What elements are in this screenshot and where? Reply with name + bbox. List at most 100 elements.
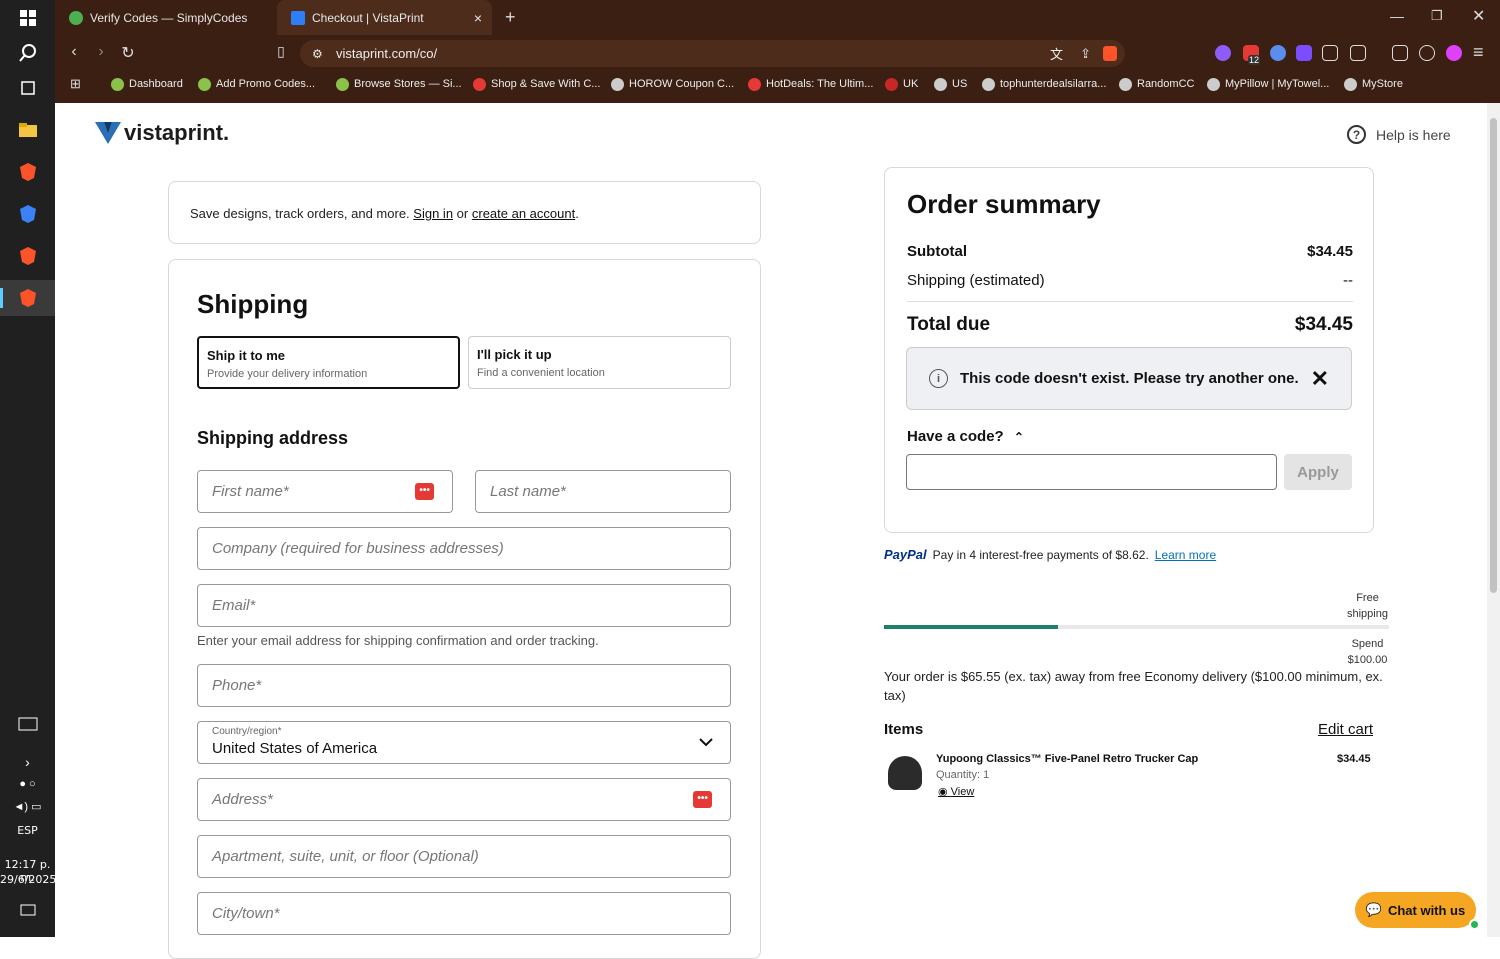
leo-ai-icon[interactable] [1446,45,1462,61]
summary-divider [907,301,1353,302]
bookmark-label: MyStore [1362,78,1403,90]
extension-icon[interactable] [1296,45,1312,61]
windows-start-icon[interactable] [0,0,55,36]
free-shipping-label: Free shipping [1347,592,1388,620]
help-link[interactable]: ? Help is here [1347,125,1451,144]
reload-icon[interactable]: ↻ [117,43,139,63]
menu-icon[interactable]: ≡ [1473,42,1484,63]
ship-to-me-option[interactable]: Ship it to me Provide your delivery info… [197,336,460,389]
sidebar-icon[interactable] [1392,45,1408,61]
have-code-label: Have a code? [907,428,1004,445]
brave-browser-icon[interactable] [0,280,55,316]
translate-icon[interactable]: 文 [1050,44,1063,63]
chat-button[interactable]: 💬 Chat with us [1355,892,1480,930]
notifications-icon[interactable] [0,893,55,929]
checkout-page: vistaprint. ? Help is here Save designs,… [55,103,1487,959]
trucker-cap-image [888,756,922,790]
widgets-icon[interactable] [0,706,55,742]
restore-icon[interactable]: ❐ [1431,8,1443,24]
task-view-icon[interactable] [0,70,55,106]
puzzle-extensions-icon[interactable] [1322,45,1338,61]
autofill-icon[interactable]: ••• [415,483,434,500]
page-scrollbar[interactable] [1487,103,1500,937]
apps-grid-icon[interactable]: ⊞ [70,76,81,92]
learn-more-link[interactable]: Learn more [1155,548,1216,562]
close-tab-icon[interactable]: × [474,10,482,26]
share-icon[interactable]: ⇪ [1080,46,1091,62]
brave-browser-icon[interactable] [0,238,55,274]
total-row: Total due $34.45 [907,314,1353,336]
city-field[interactable]: City/town* [197,892,731,935]
last-name-field[interactable]: Last name* [475,470,731,513]
file-explorer-icon[interactable] [0,112,55,148]
search-icon[interactable] [0,35,55,71]
bookmark-label: Shop & Save With C... [491,78,601,90]
promo-code-input[interactable] [906,454,1277,490]
minimize-icon[interactable]: — [1390,8,1404,24]
scrollbar-thumb[interactable] [1490,118,1497,593]
clock-date[interactable]: 29/6/2025 [0,873,56,886]
bookmark-label: UK [903,78,919,90]
bookmark-item[interactable]: US [934,74,967,94]
invalid-code-alert: i This code doesn't exist. Please try an… [906,347,1352,410]
bookmark-item[interactable]: MyStore [1344,74,1403,94]
bookmark-item[interactable]: MyPillow | MyTowel... [1207,74,1329,94]
bookmark-item[interactable]: RandomCC [1119,74,1194,94]
option-subtitle: Find a convenient location [477,367,605,379]
new-tab-icon[interactable]: + [505,7,516,28]
help-icon: ? [1347,125,1366,144]
back-icon[interactable]: ‹ [63,43,85,61]
shipping-title: Shipping [197,289,309,319]
site-info-icon[interactable]: ⚙ [312,47,323,61]
extension-icon[interactable] [1270,45,1286,61]
language-indicator[interactable]: ESP [0,824,55,837]
edit-cart-link[interactable]: Edit cart [1318,721,1373,738]
create-account-link[interactable]: create an account [472,206,575,221]
tab-checkout[interactable]: Checkout | VistaPrint × [277,0,492,35]
vpn-shield-icon[interactable] [1419,45,1435,61]
apartment-field[interactable]: Apartment, suite, unit, or floor (Option… [197,835,731,878]
bookmark-item[interactable]: UK [885,74,918,94]
vistaprint-favicon-icon [291,10,305,25]
bookmark-item[interactable]: Dashboard [111,74,183,94]
vistaprint-logo[interactable]: vistaprint. [95,120,229,146]
brave-browser-icon[interactable] [0,154,55,190]
brave-browser-icon[interactable] [0,196,55,232]
total-value: $34.45 [1294,314,1353,335]
simplycodes-favicon-icon [69,10,83,25]
address-field[interactable]: Address* ••• [197,778,731,821]
media-icon[interactable] [1350,45,1366,61]
address-bar[interactable]: ⚙ vistaprint.com/co/ 文 ⇪ [300,40,1125,67]
phone-field[interactable]: Phone* [197,664,731,707]
bookmark-icon[interactable]: ▯ [270,43,292,60]
autofill-icon[interactable]: ••• [693,791,712,808]
bookmark-item[interactable]: tophunterdealsilarra... [982,74,1106,94]
first-name-field[interactable]: First name* ••• [197,470,453,513]
tab-strip: Verify Codes — SimplyCodes Checkout | Vi… [55,0,1500,35]
have-code-toggle[interactable]: Have a code? ⌃ [907,428,1024,445]
extension-icon[interactable] [1215,45,1231,61]
bookmark-item[interactable]: HotDeals: The Ultim... [748,74,873,94]
apply-button[interactable]: Apply [1284,454,1352,490]
view-item-link[interactable]: ◉ View [938,785,974,798]
field-placeholder: Phone* [212,677,262,694]
shipping-address-title: Shipping address [197,428,349,448]
country-select[interactable]: Country/region* United States of America [197,721,731,764]
bookmark-item[interactable]: Browse Stores — Si... [336,74,462,94]
bookmark-label: HotDeals: The Ultim... [766,78,874,90]
bookmark-item[interactable]: Add Promo Codes... [198,74,315,94]
email-field[interactable]: Email* [197,584,731,627]
tab-verify-codes[interactable]: Verify Codes — SimplyCodes [55,0,275,35]
bookmark-item[interactable]: HOROW Coupon C... [611,74,734,94]
company-field[interactable]: Company (required for business addresses… [197,527,731,570]
bookmark-label: Dashboard [129,78,183,90]
forward-icon[interactable]: › [90,43,112,61]
bookmark-label: HOROW Coupon C... [629,78,735,90]
brave-shields-icon[interactable] [1103,46,1117,61]
sign-in-link[interactable]: Sign in [413,206,453,221]
bookmark-item[interactable]: Shop & Save With C... [473,74,600,94]
pick-up-option[interactable]: I'll pick it up Find a convenient locati… [468,336,731,389]
close-window-icon[interactable]: ✕ [1472,6,1485,26]
volume-icon[interactable]: ◄) ▭ [0,788,55,824]
close-icon[interactable]: ✕ [1311,366,1329,392]
